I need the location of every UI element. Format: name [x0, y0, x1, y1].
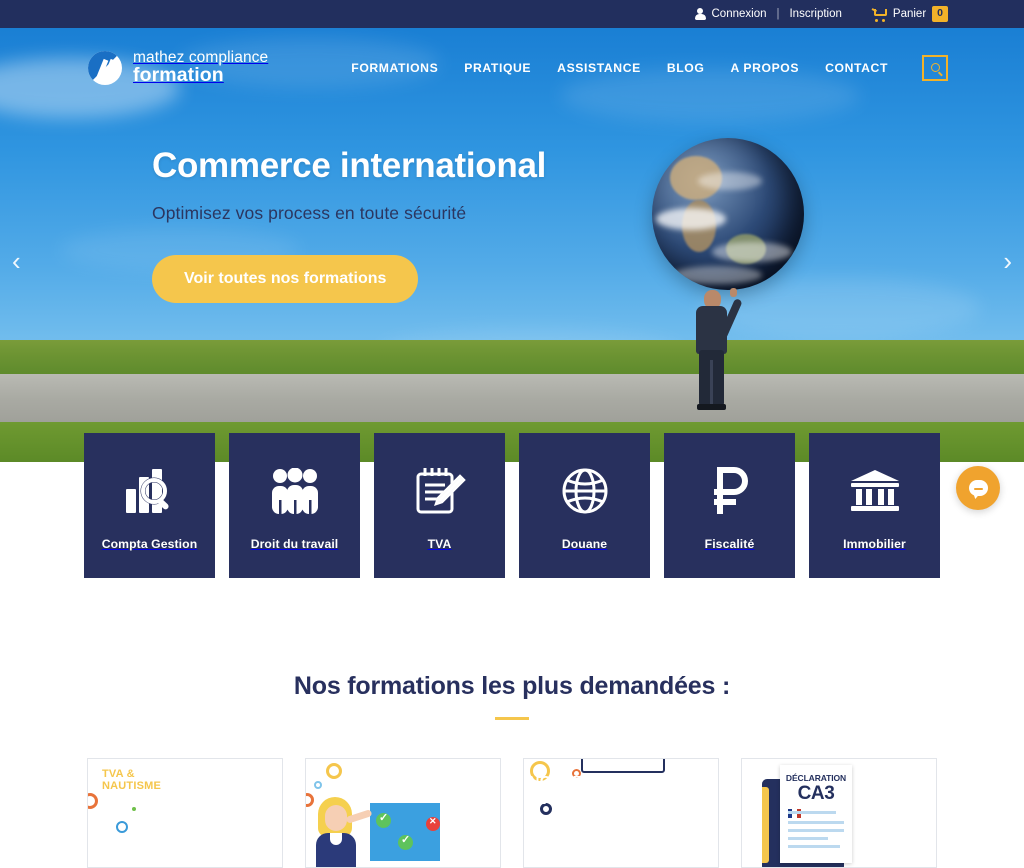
nav-item-assistance[interactable]: ASSISTANCE — [557, 61, 641, 75]
topbar-separator: | — [776, 8, 780, 20]
person-icon — [694, 8, 706, 20]
slider-prev-arrow[interactable]: ‹ — [12, 246, 21, 277]
nav-item-formations[interactable]: FORMATIONS — [351, 61, 438, 75]
ruble-currency-icon — [710, 463, 750, 518]
login-link[interactable]: Connexion — [694, 8, 767, 20]
hero-title: Commerce international — [152, 145, 547, 185]
nav-item-contact[interactable]: CONTACT — [825, 61, 888, 75]
course-card-declaration-ca3[interactable]: DÉCLARATION CA3 — [741, 758, 937, 868]
category-label: Droit du travail — [250, 537, 339, 551]
cart-icon — [871, 8, 887, 22]
category-card-droit-du-travail[interactable]: Droit du travail — [229, 433, 360, 578]
logo-line-2: formation — [133, 63, 224, 86]
category-card-douane[interactable]: Douane — [519, 433, 650, 578]
site-logo[interactable]: mathez compliance formation — [88, 50, 268, 86]
search-button[interactable] — [922, 54, 948, 81]
category-label: Fiscalité — [704, 537, 755, 551]
hero-subtitle: Optimisez vos process en toute sécurité — [152, 202, 467, 223]
category-cards: Compta Gestion Droit du travail TVA Doua… — [0, 433, 1024, 578]
notepad-pencil-icon — [414, 463, 466, 518]
people-group-icon — [268, 463, 322, 518]
nav-item-a-propos[interactable]: A PROPOS — [730, 61, 799, 75]
category-label: Douane — [561, 537, 608, 551]
featured-section: Nos formations les plus demandées : TVA … — [0, 622, 1024, 868]
hero-slider: ‹ › mathez compliance formation FORMATIO… — [0, 28, 1024, 462]
course-card-reforme-tva-2020[interactable]: RÉFORME TVA 2020 QUICK FIXES — [305, 758, 501, 868]
category-label: TVA — [427, 537, 452, 551]
primary-navigation: FORMATIONS PRATIQUE ASSISTANCE BLOG A PR… — [351, 54, 948, 81]
course-card-incoterms-2020[interactable]: INCOTERMS® 2020 100% EN LIGNE — [523, 758, 719, 868]
hero-grass-upper — [0, 340, 1024, 376]
hero-road — [0, 374, 1024, 424]
cart-count-badge: 0 — [932, 6, 948, 22]
featured-heading: Nos formations les plus demandées : — [293, 672, 731, 700]
login-label: Connexion — [711, 8, 767, 20]
chat-bubble-icon — [968, 480, 988, 496]
bank-building-icon — [849, 463, 901, 518]
course-card-tva-nautisme[interactable]: TVA & NAUTISME — [87, 758, 283, 868]
category-card-immobilier[interactable]: Immobilier — [809, 433, 940, 578]
featured-cards: TVA & NAUTISME — [0, 758, 1024, 868]
globe-grid-icon — [561, 463, 609, 518]
main-navbar: mathez compliance formation FORMATIONS P… — [0, 28, 1024, 86]
register-link[interactable]: Inscription — [789, 8, 841, 20]
slider-next-arrow[interactable]: › — [1003, 246, 1012, 277]
hero-cta-button[interactable]: Voir toutes nos formations — [152, 254, 419, 303]
category-card-fiscalite[interactable]: Fiscalité — [664, 433, 795, 578]
logo-mark-icon — [88, 50, 122, 85]
nav-item-pratique[interactable]: PRATIQUE — [464, 61, 531, 75]
nav-item-blog[interactable]: BLOG — [667, 61, 705, 75]
heading-underline — [495, 717, 529, 720]
cart-link[interactable]: Panier 0 — [871, 6, 948, 22]
category-label: Compta Gestion — [101, 537, 198, 551]
businessman-image — [690, 288, 743, 410]
hero-content: Commerce international Optimisez vos pro… — [0, 86, 1024, 303]
chat-widget-button[interactable] — [956, 466, 1000, 510]
search-icon — [930, 63, 940, 73]
category-card-tva[interactable]: TVA — [374, 433, 505, 578]
utility-topbar: Connexion | Inscription Panier 0 — [0, 0, 1024, 28]
chart-magnifier-icon — [124, 463, 176, 518]
category-card-compta-gestion[interactable]: Compta Gestion — [84, 433, 215, 578]
cart-label: Panier — [892, 7, 927, 20]
category-label: Immobilier — [843, 537, 906, 551]
